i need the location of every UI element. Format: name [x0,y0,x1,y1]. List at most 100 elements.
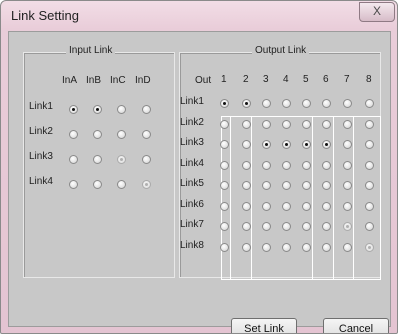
output-radio-link1-3[interactable] [262,99,271,108]
output-radio-link5-7[interactable] [343,181,352,190]
output-radio-link1-2[interactable] [242,99,251,108]
output-radio-link3-2[interactable] [242,140,251,149]
output-radio-link8-6[interactable] [322,242,331,252]
output-radio-link3-5[interactable] [302,140,311,149]
output-radio-link5-8[interactable] [365,181,374,190]
output-row-label-link6: Link6 [180,198,204,210]
input-radio-link4-inb[interactable] [93,180,102,189]
dialog-client-area: Input Link Output Link InA InB InC InD Link1… [8,31,391,333]
input-radio-link3-ina[interactable] [69,155,78,164]
input-radio-link2-ina[interactable] [69,130,78,139]
output-radio-link1-1[interactable] [220,99,229,108]
input-radio-link4-ina[interactable] [69,180,78,189]
output-radio-link8-7[interactable] [343,242,352,252]
input-column-header-inb: InB [86,75,102,86]
output-column-header-1: 1 [221,74,227,85]
input-radio-link1-inc[interactable] [117,105,126,114]
output-radio-link7-4[interactable] [282,222,291,231]
output-radio-link4-8[interactable] [365,160,374,170]
output-radio-link2-1[interactable] [220,119,229,129]
output-radio-link3-3[interactable] [262,140,271,149]
dialog-window: Link Setting X Input Link Output Link In… [0,0,398,334]
output-link-legend: Output Link [252,45,310,56]
input-radio-link2-inc[interactable] [117,130,126,139]
input-row-label-link1: Link1 [29,101,53,112]
output-radio-link3-8[interactable] [365,140,374,149]
output-radio-link6-5[interactable] [302,201,311,211]
input-column-header-ina: InA [62,75,78,86]
output-radio-link4-7[interactable] [343,160,352,170]
set-link-button[interactable]: Set Link [231,318,297,333]
output-radio-link1-7[interactable] [343,99,352,108]
output-radio-link1-8[interactable] [365,99,374,108]
output-radio-link2-7[interactable] [343,119,352,129]
output-radio-link4-3[interactable] [262,160,271,170]
output-radio-link5-2[interactable] [242,181,251,190]
output-radio-link7-5[interactable] [302,222,311,231]
output-radio-link6-8[interactable] [365,201,374,211]
input-radio-link3-ind[interactable] [142,155,151,164]
output-radio-link3-4[interactable] [282,140,291,149]
output-row-label-link2: Link2 [180,116,204,128]
output-radio-link7-7[interactable] [343,222,352,231]
output-radio-link8-2[interactable] [242,242,251,252]
input-radio-link1-ind[interactable] [142,105,151,114]
output-grid-divider [251,116,252,280]
output-column-header-6: 6 [323,74,329,85]
output-radio-link8-4[interactable] [282,242,291,252]
close-button[interactable]: X [359,2,395,22]
output-radio-link2-4[interactable] [282,119,291,129]
output-radio-link6-1[interactable] [220,201,229,211]
output-radio-link4-1[interactable] [220,160,229,170]
output-radio-link1-5[interactable] [302,99,311,108]
input-radio-link4-inc[interactable] [117,180,126,189]
output-radio-link2-8[interactable] [365,119,374,129]
output-radio-link6-3[interactable] [262,201,271,211]
input-radio-link2-inb[interactable] [93,130,102,139]
output-radio-link7-3[interactable] [262,222,271,231]
output-radio-link2-6[interactable] [322,119,331,129]
output-radio-link4-6[interactable] [322,160,331,170]
output-radio-link8-3[interactable] [262,242,271,252]
output-radio-link6-7[interactable] [343,201,352,211]
output-radio-link5-1[interactable] [220,181,229,190]
output-column-header-2: 2 [243,74,249,85]
output-radio-link2-3[interactable] [262,119,271,129]
output-radio-link5-4[interactable] [282,181,291,190]
output-radio-link7-6[interactable] [322,222,331,231]
title-bar[interactable]: Link Setting X [1,1,397,31]
cancel-button[interactable]: Cancel [323,318,389,333]
input-radio-link3-inc[interactable] [117,155,126,164]
output-radio-link6-2[interactable] [242,201,251,211]
output-radio-link2-5[interactable] [302,119,311,129]
output-radio-link1-4[interactable] [282,99,291,108]
output-radio-link8-5[interactable] [302,242,311,252]
output-radio-link5-5[interactable] [302,181,311,190]
output-radio-link2-2[interactable] [242,119,251,129]
output-radio-link7-8[interactable] [365,222,374,231]
output-radio-link3-7[interactable] [343,140,352,149]
output-radio-link4-5[interactable] [302,160,311,170]
input-radio-link1-inb[interactable] [93,105,102,114]
input-radio-link1-ina[interactable] [69,105,78,114]
output-row-label-link4: Link4 [180,157,204,169]
input-radio-link3-inb[interactable] [93,155,102,164]
output-radio-link3-6[interactable] [322,140,331,149]
output-radio-link6-4[interactable] [282,201,291,211]
output-radio-link3-1[interactable] [220,140,229,149]
output-grid-divider [312,116,313,280]
output-radio-link4-4[interactable] [282,160,291,170]
output-radio-link5-6[interactable] [322,181,331,190]
output-radio-link1-6[interactable] [322,99,331,108]
input-radio-link2-ind[interactable] [142,130,151,139]
output-radio-link4-2[interactable] [242,160,251,170]
output-column-header-5: 5 [303,74,309,85]
output-radio-link7-1[interactable] [220,222,229,231]
output-radio-link8-1[interactable] [220,242,229,252]
output-radio-link7-2[interactable] [242,222,251,231]
output-radio-link8-8[interactable] [365,242,374,252]
input-row-label-link3: Link3 [29,151,53,162]
output-radio-link5-3[interactable] [262,181,271,190]
input-radio-link4-ind[interactable] [142,180,151,189]
output-radio-link6-6[interactable] [322,201,331,211]
